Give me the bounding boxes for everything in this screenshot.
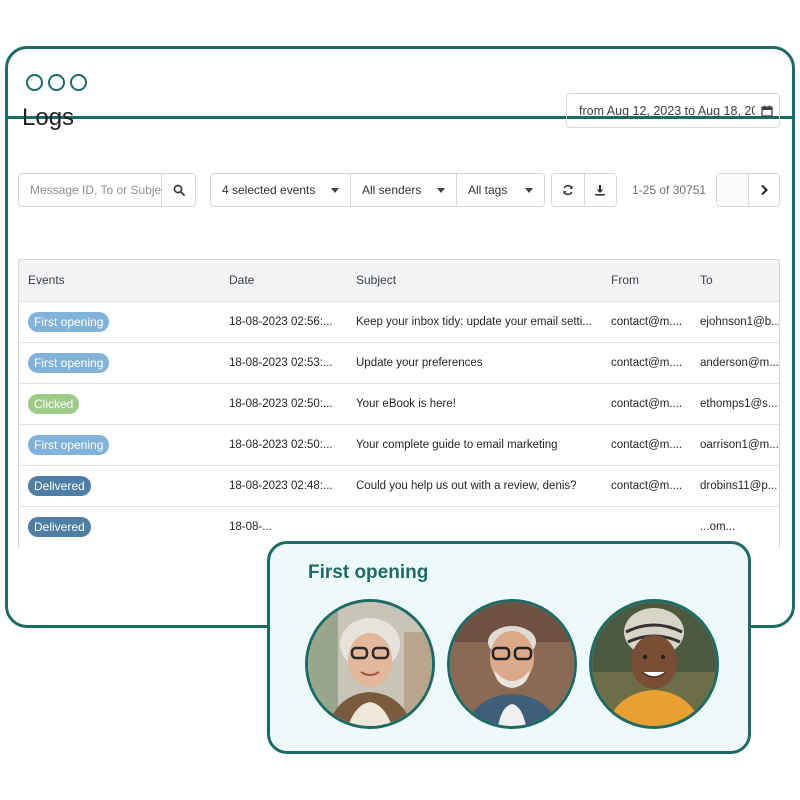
refresh-icon [563,184,573,196]
table-row[interactable]: Clicked 18-08-2023 02:50:... Your eBook is… [19,383,779,424]
download-button[interactable] [585,174,617,206]
cell-to: oarrison1@m... [700,438,779,451]
previous-page-button[interactable] [717,174,749,206]
cell-event: Delivered [19,506,220,547]
card-title: First opening [308,562,429,583]
cell-from: contact@m.... [611,356,683,369]
cell-subject: Update your preferences [356,356,483,369]
event-badge: First opening [28,434,110,455]
cell-event: Clicked [19,383,220,424]
events-filter-label: 4 selected events [222,183,316,197]
avatar [589,599,719,729]
senders-filter-label: All senders [362,183,422,197]
chevron-down-icon [525,187,533,193]
cell-date: 18-08-2023 02:50:... [229,397,333,410]
event-badge: Delivered [28,475,91,496]
column-header-events[interactable]: Events [19,260,220,301]
cell-from: contact@m.... [611,397,683,410]
column-header-from[interactable]: From [602,260,691,301]
pagination-controls [716,173,780,207]
first-opening-card: First opening [267,541,751,754]
cell-to: ethomps1@s... [700,397,778,410]
refresh-button[interactable] [552,174,585,206]
chevron-down-icon [331,187,339,193]
avatar [305,599,435,729]
window-control-dot[interactable] [70,74,87,91]
cell-from: contact@m.... [611,438,683,451]
cell-to: drobins11@p... [700,479,778,492]
next-page-button[interactable] [749,174,780,206]
chevron-right-icon [761,184,768,196]
event-badge: Clicked [28,393,80,414]
table-row[interactable]: First opening 18-08-2023 02:53:... Update … [19,342,779,383]
search-icon [173,184,185,196]
window-control-dot[interactable] [48,74,65,91]
cell-date: 18-08-2023 02:48:... [229,479,333,492]
event-badge: First opening [28,311,110,332]
cell-date: 18-08-2023 02:56:... [229,315,333,328]
date-range-picker[interactable]: from Aug 12, 2023 to Aug 18, 2023 [566,93,780,128]
column-header-date[interactable]: Date [220,260,347,301]
column-header-subject[interactable]: Subject [347,260,602,301]
cell-to: anderson@m... [700,356,779,369]
cell-subject: Could you help us out with a review, den… [356,479,577,492]
table-row[interactable]: Delivered 18-08-2023 02:48:... Could you h… [19,465,779,506]
filter-group: 4 selected events All senders All tags [210,173,545,207]
date-range-value: from Aug 12, 2023 to Aug 18, 2023 [579,103,755,118]
column-header-to[interactable]: To [691,260,779,301]
action-buttons [551,173,617,207]
avatar [447,599,577,729]
event-badge: First opening [28,352,110,373]
cell-event: First opening [19,301,220,342]
page-title: Logs [22,104,75,131]
cell-subject: Your complete guide to email marketing [356,438,558,451]
search-box [18,173,196,207]
cell-date: 18-08-2023 02:53:... [229,356,333,369]
cell-event: Delivered [19,465,220,506]
cell-from: contact@m.... [611,315,683,328]
search-input[interactable] [19,174,161,206]
tags-filter-dropdown[interactable]: All tags [457,174,544,206]
cell-event: First opening [19,424,220,465]
cell-date: 18-08-2023 02:50:... [229,438,333,451]
senders-filter-dropdown[interactable]: All senders [351,174,457,206]
pagination-range: 1-25 of 30751 [632,183,707,197]
download-icon [595,185,606,196]
table-row[interactable]: First opening 18-08-2023 02:56:... Keep yo… [19,301,780,342]
logs-table: Events Date Subject From To First openin… [18,259,780,549]
table-header-row: Events Date Subject From To [19,260,779,301]
window-control-dot[interactable] [26,74,43,91]
cell-event: First opening [19,342,220,383]
event-badge: Delivered [28,516,91,537]
chevron-down-icon [437,187,445,193]
events-filter-dropdown[interactable]: 4 selected events [211,174,351,206]
calendar-icon [755,105,779,117]
tags-filter-label: All tags [468,183,508,197]
cell-to: ejohnson1@b... [700,315,780,328]
cell-from: contact@m.... [611,479,683,492]
search-button[interactable] [161,174,195,206]
table-row[interactable]: First opening 18-08-2023 02:50:... Your co… [19,424,779,465]
cell-subject: Keep your inbox tidy: update your email … [356,315,592,328]
cell-subject: Your eBook is here! [356,397,456,410]
